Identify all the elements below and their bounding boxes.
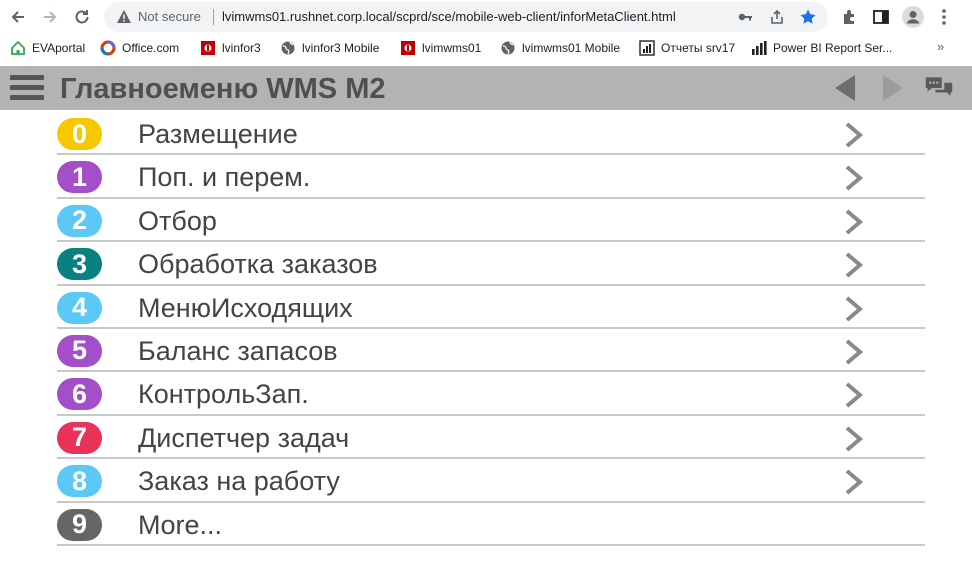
chevron-right-icon[interactable] xyxy=(840,164,868,192)
reload-button[interactable] xyxy=(70,5,94,29)
bookmark-office[interactable]: Office.com xyxy=(100,39,179,57)
menu-item[interactable]: 5 Баланс запасов xyxy=(0,329,972,373)
house-icon xyxy=(11,40,25,55)
profile-avatar-icon[interactable] xyxy=(901,5,925,29)
menu-item-label: Заказ на работу xyxy=(138,466,340,497)
address-bar[interactable]: Not secure lvimwms01.rushnet.corp.local/… xyxy=(104,2,828,32)
chevron-right-icon[interactable] xyxy=(840,338,868,366)
reload-icon xyxy=(75,10,89,24)
warning-icon[interactable] xyxy=(116,9,132,30)
menu-item-number-badge: 5 xyxy=(57,334,102,367)
menu-item[interactable]: 6 КонтрольЗап. xyxy=(0,372,972,416)
chevron-right-icon[interactable] xyxy=(840,208,868,236)
menu-item[interactable]: 1 Поп. и перем. xyxy=(0,155,972,199)
bookmark-lvimwms01[interactable]: lvimwms01 xyxy=(400,39,481,57)
prev-page-icon[interactable] xyxy=(830,73,860,103)
page-title: Главноеменю WMS M2 xyxy=(60,73,386,105)
menu-item-number-badge: 0 xyxy=(57,118,102,150)
chevron-right-icon[interactable] xyxy=(840,121,868,149)
office-icon xyxy=(100,40,116,56)
next-page-icon[interactable] xyxy=(878,73,908,103)
bookmark-lvinfor3[interactable]: lvinfor3 xyxy=(200,39,261,57)
menu-item-label: Поп. и перем. xyxy=(138,162,311,193)
menu-item-divider xyxy=(57,543,925,546)
bookmark-label: Отчеты srv17 xyxy=(661,41,736,55)
browser-toolbar: Not secure lvimwms01.rushnet.corp.local/… xyxy=(0,0,972,34)
bookmark-label: lvinfor3 xyxy=(222,41,261,55)
menu-item-number-badge: 4 xyxy=(57,291,102,324)
chevron-right-icon[interactable] xyxy=(840,295,868,323)
menu-item-number-badge: 2 xyxy=(57,204,102,237)
omnibox-divider xyxy=(213,9,214,25)
report-icon xyxy=(639,40,655,56)
infor-icon xyxy=(201,41,215,55)
bookmarks-bar: EVAportal Office.com lvinfor3 lvinfor3 M… xyxy=(0,34,972,62)
menu-item-label: Обработка заказов xyxy=(138,249,378,280)
infor-icon xyxy=(401,41,415,55)
bookmark-label: lvimwms01 Mobile xyxy=(522,41,621,55)
menu-item-label: Отбор xyxy=(138,205,217,236)
menu-item-number-badge: 7 xyxy=(57,421,102,454)
app-header: Главноеменю WMS M2 xyxy=(0,66,972,110)
bookmark-label: lvinfor3 Mobile xyxy=(302,41,380,55)
bookmark-lvinfor3-mobile[interactable]: lvinfor3 Mobile xyxy=(280,39,379,57)
menu-item[interactable]: 8 Заказ на работу xyxy=(0,459,972,503)
bookmark-reports-srv17[interactable]: Отчеты srv17 xyxy=(639,39,735,57)
bookmark-power-bi[interactable]: Power BI Report Ser... xyxy=(751,39,892,57)
menu-item-number-badge: 6 xyxy=(57,378,102,411)
chevron-right-icon[interactable] xyxy=(840,251,868,279)
back-arrow-icon xyxy=(11,11,24,23)
chevron-right-icon[interactable] xyxy=(840,468,868,496)
menu-item[interactable]: 2 Отбор xyxy=(0,199,972,243)
menu-item[interactable]: 9 More... xyxy=(0,503,972,546)
bookmark-label: Office.com xyxy=(122,41,180,55)
menu-item-label: More... xyxy=(138,509,223,540)
forward-button[interactable] xyxy=(38,5,62,29)
menu-item-number-badge: 8 xyxy=(57,465,102,498)
side-panel-icon[interactable] xyxy=(869,5,893,29)
forward-arrow-icon xyxy=(44,11,57,23)
menu-item-number-badge: 1 xyxy=(57,161,102,194)
menu-item-label: Размещение xyxy=(138,119,298,149)
menu-item-number-badge: 3 xyxy=(57,248,102,281)
menu-item-label: Диспетчер задач xyxy=(138,422,350,453)
bookmark-label: lvimwms01 xyxy=(422,41,482,55)
hamburger-menu-icon[interactable] xyxy=(10,75,44,101)
bookmark-label: Power BI Report Ser... xyxy=(773,41,893,55)
menu-item-label: КонтрольЗап. xyxy=(138,379,309,410)
bookmark-lvimwms01-mobile[interactable]: lvimwms01 Mobile xyxy=(500,39,620,57)
menu-item[interactable]: 7 Диспетчер задач xyxy=(0,416,972,460)
back-button[interactable] xyxy=(6,5,30,29)
bookmark-label: EVAportal xyxy=(32,41,86,55)
key-icon[interactable] xyxy=(736,8,754,26)
url-text[interactable]: lvimwms01.rushnet.corp.local/scprd/sce/m… xyxy=(222,9,676,24)
share-icon[interactable] xyxy=(768,8,786,26)
menu-item-number-badge: 9 xyxy=(57,508,102,541)
bookmark-star-icon[interactable] xyxy=(799,8,817,26)
not-secure-label[interactable]: Not secure xyxy=(138,9,201,24)
chevron-right-icon[interactable] xyxy=(840,381,868,409)
chevron-right-icon[interactable] xyxy=(840,425,868,453)
menu-item-label: МенюИсходящих xyxy=(138,292,353,323)
globe-icon xyxy=(501,41,515,55)
menu-item[interactable]: 4 МенюИсходящих xyxy=(0,286,972,329)
bookmarks-overflow-button[interactable]: » xyxy=(937,39,944,54)
globe-icon xyxy=(281,41,295,55)
bookmark-evaportal[interactable]: EVAportal xyxy=(10,39,85,57)
powerbi-icon xyxy=(752,41,767,55)
menu-item[interactable]: 0 Размещение xyxy=(0,112,972,156)
menu-item-label: Баланс запасов xyxy=(138,335,338,366)
menu-item[interactable]: 3 Обработка заказов xyxy=(0,242,972,286)
browser-menu-icon[interactable] xyxy=(932,5,956,29)
chat-icon[interactable] xyxy=(924,73,954,103)
main-menu-list: 0 Размещение 1 Поп. и перем. 2 Отбор 3 Обработк… xyxy=(0,112,972,546)
extensions-icon[interactable] xyxy=(838,5,862,29)
